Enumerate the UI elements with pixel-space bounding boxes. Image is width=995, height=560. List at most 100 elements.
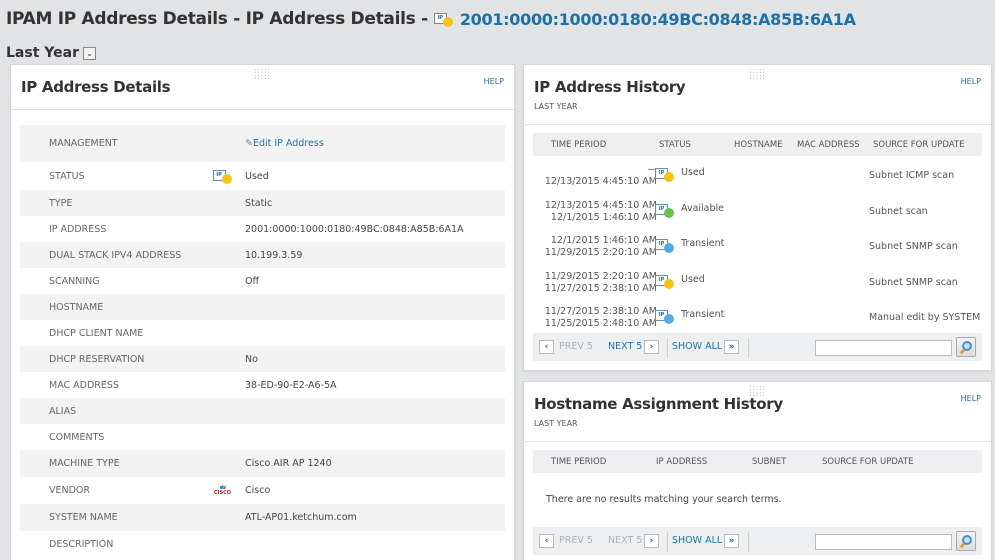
details-row: COMMENTS: [20, 424, 505, 450]
details-row: VENDOR ıılıı CISCO Cisco: [20, 477, 505, 504]
ip-status-used-icon: IP: [655, 167, 675, 182]
details-row-label: MAC ADDRESS: [49, 379, 119, 391]
details-row: MANAGEMENT ✎Edit IP Address: [20, 125, 505, 162]
drag-handle-icon[interactable]: ::::::::::: [254, 68, 271, 81]
edit-ip-address-link[interactable]: ✎Edit IP Address: [245, 138, 324, 149]
time-period-from: 11/29/2015 2:20:10 AM: [544, 270, 657, 282]
history-row: —12/13/2015 4:45:10 AM IP Used Subnet ICMP …: [533, 161, 982, 196]
prev-page-label[interactable]: PREV 5: [559, 341, 593, 352]
details-row: TYPE Static: [20, 190, 505, 216]
ip-address-link[interactable]: 2001:0000:1000:0180:49BC:0848:A85B:6A1A: [460, 10, 856, 29]
details-row-label: DUAL STACK IPV4 ADDRESS: [49, 249, 182, 261]
details-row: DHCP CLIENT NAME: [20, 320, 505, 346]
details-row-value: No: [245, 353, 258, 365]
column-header[interactable]: HOSTNAME: [734, 140, 783, 150]
hostname-assignment-history-panel: :::::::::: Hostname Assignment History L…: [523, 381, 992, 560]
status-text: Transient: [681, 309, 725, 320]
show-all-label[interactable]: SHOW ALL: [672, 535, 722, 546]
chevron-down-icon[interactable]: ⌄: [82, 46, 96, 60]
divider: [524, 441, 991, 442]
show-all-button[interactable]: »: [724, 340, 739, 354]
time-period-from: 12/13/2015 4:45:10 AM: [544, 199, 657, 211]
panel-title: IP Address Details: [21, 78, 171, 96]
status-text: Used: [681, 273, 705, 285]
time-period-selector[interactable]: Last Year ⌄: [6, 45, 96, 61]
details-row-value: 38-ED-90-E2-A6-5A: [245, 379, 337, 391]
history-pager: ‹ PREV 5 NEXT 5 › SHOW ALL »: [533, 333, 982, 361]
details-row: MACHINE TYPE Cisco AIR AP 1240: [20, 450, 505, 477]
details-row-label: DHCP CLIENT NAME: [49, 327, 144, 339]
prev-page-button[interactable]: ‹: [539, 534, 554, 548]
next-page-label[interactable]: NEXT 5: [608, 341, 642, 352]
panel-subtitle: LAST YEAR: [534, 102, 578, 111]
details-row-label: MANAGEMENT: [49, 138, 118, 149]
details-row-label: MACHINE TYPE: [49, 458, 120, 469]
details-row: IP ADDRESS 2001:0000:1000:0180:49BC:0848:…: [20, 216, 505, 242]
empty-message: There are no results matching your searc…: [546, 494, 782, 505]
pencil-icon: ✎: [245, 138, 253, 149]
column-header[interactable]: SOURCE FOR UPDATE: [822, 457, 913, 467]
details-row-label: DESCRIPTION: [49, 539, 114, 550]
source-for-update: Subnet scan: [869, 205, 928, 217]
search-input[interactable]: [815, 534, 952, 550]
ip-address-details-panel: :::::::::: IP Address Details HELP MANAG…: [10, 64, 515, 560]
help-link[interactable]: HELP: [961, 77, 981, 86]
details-row-value: Static: [245, 197, 273, 209]
help-link[interactable]: HELP: [484, 77, 504, 86]
column-header[interactable]: TIME PERIOD: [551, 140, 606, 150]
column-header[interactable]: IP ADDRESS: [656, 457, 707, 467]
details-row-label: VENDOR: [49, 485, 91, 496]
next-page-label[interactable]: NEXT 5: [608, 535, 642, 546]
search-button[interactable]: [956, 531, 976, 551]
search-button[interactable]: [956, 337, 976, 357]
source-for-update: Subnet SNMP scan: [869, 276, 958, 288]
hostname-pager: ‹ PREV 5 NEXT 5 › SHOW ALL »: [533, 527, 982, 555]
details-row: DUAL STACK IPV4 ADDRESS 10.199.3.59: [20, 242, 505, 268]
details-row-value: ATL-AP01.ketchum.com: [245, 512, 357, 523]
show-all-button[interactable]: »: [724, 534, 739, 548]
status-text: Transient: [681, 238, 725, 249]
details-row: MAC ADDRESS 38-ED-90-E2-A6-5A: [20, 372, 505, 398]
column-header[interactable]: TIME PERIOD: [551, 457, 606, 467]
next-page-button[interactable]: ›: [644, 340, 659, 354]
help-link[interactable]: HELP: [961, 394, 981, 403]
source-for-update: Subnet SNMP scan: [869, 241, 958, 252]
details-row-value: Off: [245, 275, 260, 287]
details-row-label: ALIAS: [49, 405, 77, 417]
details-row-label: SCANNING: [49, 275, 100, 287]
details-row-value: 2001:0000:1000:0180:49BC:0848:A85B:6A1A: [245, 223, 464, 235]
details-row-icon-cell: ıılıı CISCO: [200, 484, 245, 496]
hostname-table-header: TIME PERIOD IP ADDRESS SUBNET SOURCE FOR…: [533, 450, 982, 473]
details-row-value: Cisco: [245, 485, 271, 496]
details-row-label: DHCP RESERVATION: [49, 353, 145, 365]
panel-subtitle: LAST YEAR: [534, 419, 578, 428]
show-all-label[interactable]: SHOW ALL: [672, 341, 722, 352]
source-for-update: Subnet ICMP scan: [869, 170, 955, 181]
column-header[interactable]: MAC ADDRESS: [797, 140, 860, 150]
time-period-to: 11/25/2015 2:48:10 AM: [544, 318, 657, 329]
details-row-value: Cisco AIR AP 1240: [245, 458, 332, 469]
column-header[interactable]: STATUS: [659, 140, 691, 150]
details-table: MANAGEMENT ✎Edit IP Address STATUS IP Used TY…: [20, 125, 505, 558]
column-header[interactable]: SOURCE FOR UPDATE: [873, 140, 964, 150]
details-row: HOSTNAME: [20, 294, 505, 320]
cisco-logo-icon: ıılıı CISCO: [213, 484, 232, 496]
panel-title: Hostname Assignment History: [534, 395, 783, 413]
prev-page-label[interactable]: PREV 5: [559, 535, 593, 546]
ip-status-available-icon: IP: [655, 203, 675, 218]
prev-page-button[interactable]: ‹: [539, 340, 554, 354]
search-input[interactable]: [815, 340, 952, 356]
history-table-header: TIME PERIOD STATUS HOSTNAME MAC ADDRESS …: [533, 133, 982, 156]
next-page-button[interactable]: ›: [644, 534, 659, 548]
ip-status-used-icon: IP: [433, 12, 454, 27]
details-row-value: 10.199.3.59: [245, 249, 303, 261]
details-row: DESCRIPTION: [20, 531, 505, 558]
column-header[interactable]: SUBNET: [752, 457, 786, 467]
time-period-from: 11/27/2015 2:38:10 AM: [544, 306, 657, 317]
details-row: SCANNING Off: [20, 268, 505, 294]
drag-handle-icon[interactable]: ::::::::::: [749, 68, 766, 81]
ip-address-history-panel: :::::::::: IP Address History LAST YEAR …: [523, 64, 992, 371]
time-period-to: 12/1/2015 1:46:10 AM: [550, 211, 657, 223]
history-row: 11/29/2015 2:20:10 AM 11/27/2015 2:38:10 …: [533, 268, 982, 303]
details-row: SYSTEM NAME ATL-AP01.ketchum.com: [20, 504, 505, 531]
